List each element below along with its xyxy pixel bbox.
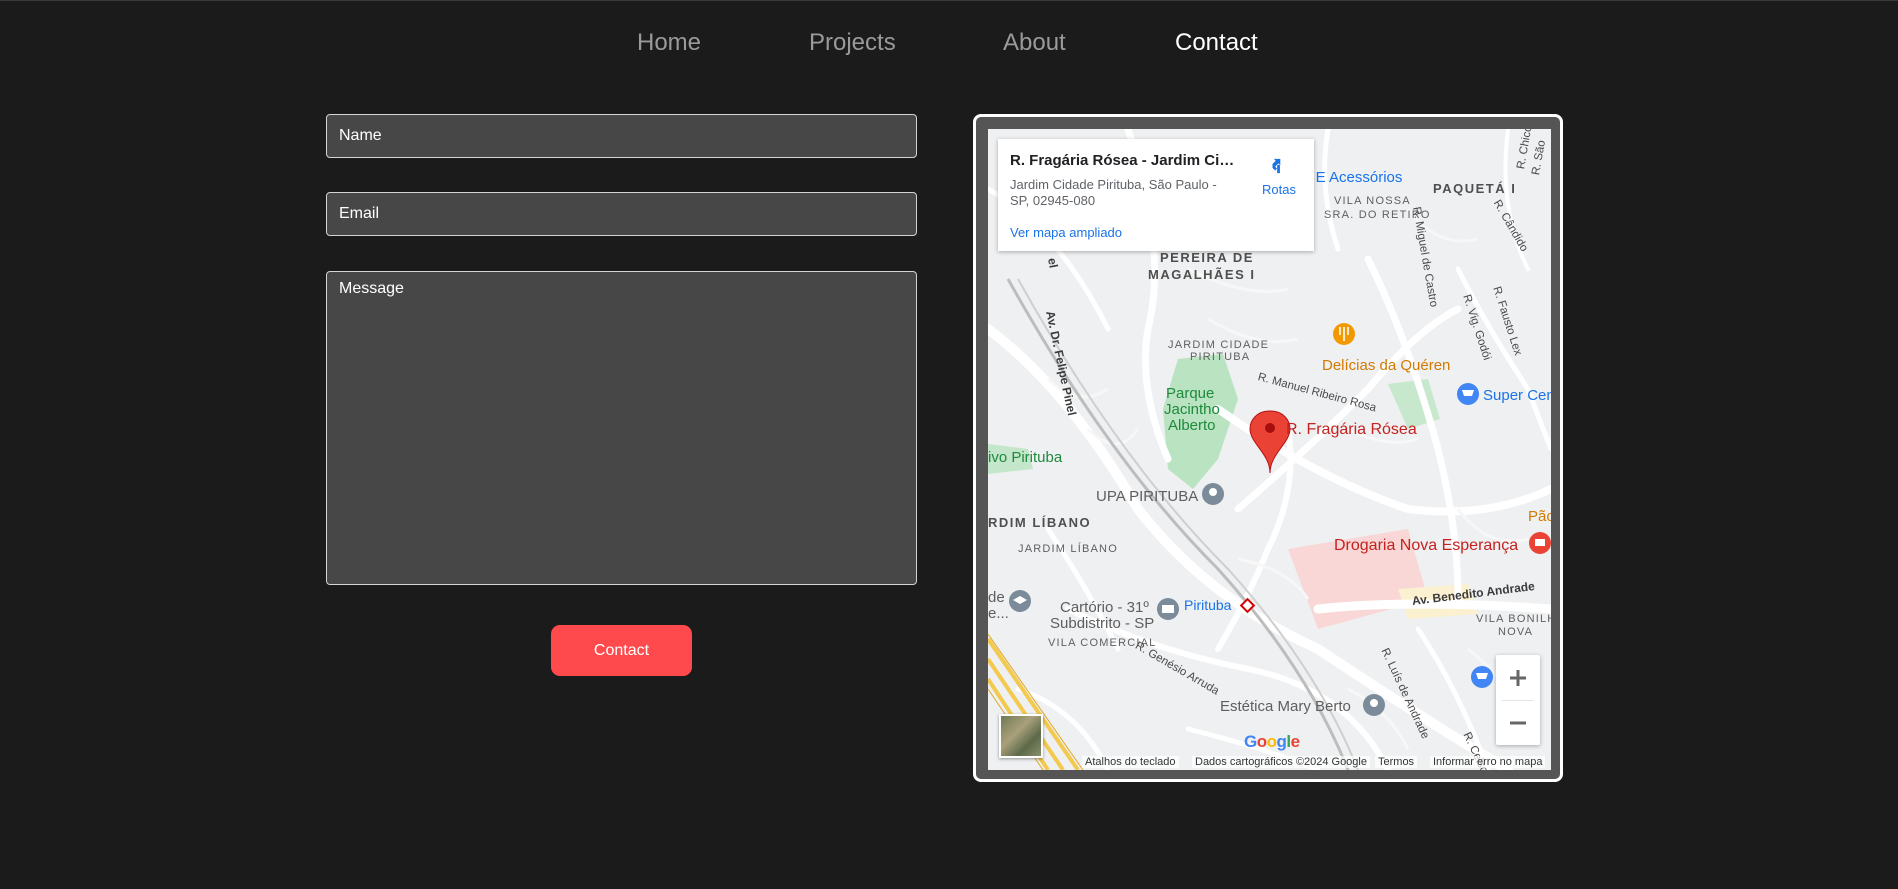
map-label: s E Acessórios — [1304, 169, 1403, 186]
pin-label: R. Fragária Rósea — [1286, 421, 1417, 438]
place-pin-icon-2 — [1363, 694, 1385, 716]
view-larger-map-link[interactable]: Ver mapa ampliado — [1010, 225, 1122, 240]
map-label: Estética Mary Berto — [1220, 698, 1351, 715]
name-field[interactable] — [326, 114, 917, 158]
map-label: PAQUETÁ I — [1433, 181, 1517, 196]
zoom-out-button[interactable] — [1496, 700, 1540, 745]
zoom-divider — [1502, 700, 1534, 701]
email-field[interactable] — [326, 192, 917, 236]
map-label: Jacintho — [1164, 401, 1220, 418]
school-pin-icon — [1009, 590, 1031, 612]
map-label: de — [988, 589, 1005, 606]
map-label: RDIM LÍBANO — [988, 515, 1092, 530]
google-logo-letter: o — [1256, 732, 1267, 751]
map-label: MAGALHÃES I — [1148, 267, 1256, 282]
map-data-text: Dados cartográficos ©2024 Google — [1192, 756, 1370, 768]
terms-link[interactable]: Termos — [1375, 756, 1418, 768]
top-nav: Home Projects About Contact — [0, 29, 1898, 63]
directions-label: Rotas — [1262, 182, 1296, 197]
map-attribution: Atalhos do teclado Dados cartográficos ©… — [988, 754, 1551, 770]
map-label: Alberto — [1168, 417, 1216, 434]
shopping-pin-icon — [1457, 383, 1479, 405]
directions-icon — [1272, 157, 1281, 174]
pharmacy-pin-icon — [1529, 532, 1551, 554]
map-label: VILA BONILH — [1476, 613, 1551, 625]
map-label: VILA NOSSA — [1334, 195, 1411, 207]
minus-icon — [1510, 721, 1526, 724]
place-pin-icon — [1202, 483, 1224, 505]
map-label: UPA PIRITUBA — [1096, 488, 1199, 505]
map-frame: PEREIRA DE MAGALHÃES I PAQUETÁ I VILA NO… — [973, 114, 1563, 782]
zoom-in-button[interactable] — [1496, 655, 1540, 700]
map-label: e... — [988, 605, 1009, 622]
google-logo-letter: e — [1290, 732, 1300, 751]
map-label: Parque — [1166, 385, 1215, 402]
directions-button[interactable]: Rotas — [1254, 153, 1304, 197]
page: Home Projects About Contact Contact — [0, 0, 1898, 889]
google-logo-letter: G — [1244, 732, 1257, 751]
map-label: NOVA — [1498, 626, 1534, 638]
map-label: PIRITUBA — [1190, 351, 1251, 363]
map-label: JARDIM CIDADE — [1168, 339, 1270, 351]
map-label: PEREIRA DE — [1160, 250, 1254, 265]
google-logo-letter: g — [1276, 732, 1287, 751]
map-label: JARDIM LÍBANO — [1018, 543, 1118, 555]
nav-about[interactable]: About — [1003, 29, 1066, 57]
map-label: Super Cen — [1483, 387, 1551, 404]
map-label: Pirituba — [1184, 597, 1232, 613]
place-info-card: R. Fragária Rósea - Jardim Cidade Piritu… — [998, 139, 1314, 251]
map-label: Delícias da Quéren — [1322, 357, 1451, 374]
shopping-pin-icon-2 — [1471, 666, 1493, 688]
nav-contact[interactable]: Contact — [1175, 29, 1258, 57]
keyboard-shortcuts-link[interactable]: Atalhos do teclado — [1082, 756, 1179, 768]
embedded-map[interactable]: PEREIRA DE MAGALHÃES I PAQUETÁ I VILA NO… — [988, 129, 1551, 770]
map-label: Pão — [1528, 508, 1551, 525]
report-error-link[interactable]: Informar erro no mapa — [1430, 756, 1546, 768]
place-title: R. Fragária Rósea - Jardim Cidade Piritu… — [1010, 152, 1236, 169]
map-label: Cartório - 31º — [1060, 599, 1149, 616]
government-pin-icon — [1157, 598, 1179, 620]
google-logo: Google — [1244, 732, 1300, 752]
contact-submit-button[interactable]: Contact — [551, 625, 692, 676]
satellite-toggle[interactable] — [999, 714, 1043, 758]
plus-icon — [1510, 669, 1526, 686]
map-label: Drogaria Nova Esperança — [1334, 537, 1519, 554]
zoom-controls — [1496, 655, 1540, 745]
google-logo-letter: o — [1266, 732, 1277, 751]
place-address: Jardim Cidade Pirituba, São Paulo - SP, … — [1010, 177, 1217, 208]
nav-projects[interactable]: Projects — [809, 29, 896, 57]
nav-home[interactable]: Home — [637, 29, 701, 57]
map-label: ivo Pirituba — [988, 449, 1063, 466]
message-field[interactable] — [326, 271, 917, 585]
map-label: Subdistrito - SP — [1050, 615, 1155, 632]
restaurant-pin-icon — [1333, 323, 1355, 345]
